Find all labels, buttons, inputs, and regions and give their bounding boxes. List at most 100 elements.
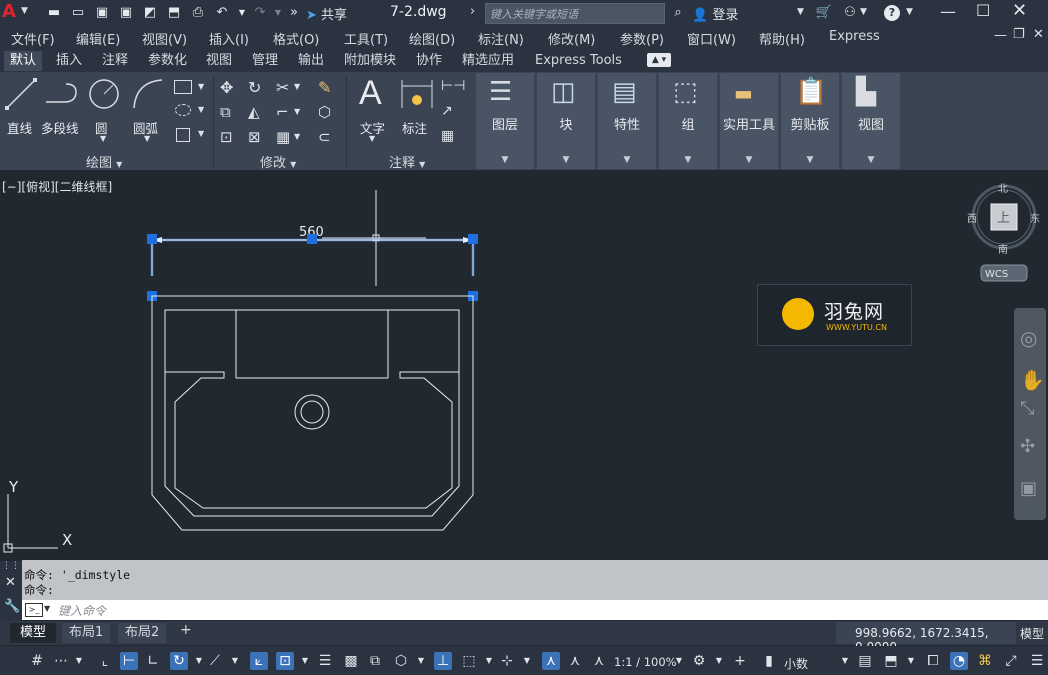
- quick-properties-icon[interactable]: ▤: [856, 652, 874, 670]
- redo-icon[interactable]: ↷: [250, 3, 270, 23]
- tab-output[interactable]: 输出: [292, 51, 330, 71]
- group-panel[interactable]: ⬚ 组 ▼: [659, 73, 717, 169]
- command-recent-dropdown-icon[interactable]: ▼: [44, 604, 50, 613]
- text-tool[interactable]: A 文字 ▼: [355, 74, 391, 146]
- rotate-icon[interactable]: ↻: [248, 78, 261, 97]
- command-prompt-icon[interactable]: >_: [25, 603, 43, 617]
- search-icon[interactable]: ⌕: [668, 3, 688, 23]
- fillet-icon[interactable]: ⌐: [276, 103, 289, 121]
- region-dropdown-icon[interactable]: ▼: [198, 129, 204, 138]
- transparency-icon[interactable]: ▩: [342, 652, 360, 670]
- rectangle-icon[interactable]: [174, 80, 192, 94]
- isodraft-icon[interactable]: ⟋: [206, 652, 224, 670]
- help-dropdown-icon[interactable]: ▼: [906, 7, 913, 17]
- help-icon[interactable]: ?: [884, 5, 900, 21]
- hatch-icon[interactable]: [175, 104, 191, 116]
- grip[interactable]: [147, 234, 157, 244]
- compass-north[interactable]: 北: [998, 183, 1008, 195]
- mirror-icon[interactable]: ◭: [248, 103, 260, 121]
- compass-east[interactable]: 东: [1030, 212, 1040, 225]
- tab-parametric[interactable]: 参数化: [142, 51, 193, 71]
- workspace-gear-icon[interactable]: ⚙: [690, 652, 708, 670]
- menu-file[interactable]: 文件(F): [11, 29, 55, 48]
- add-layout-icon[interactable]: +: [180, 622, 192, 638]
- table-icon[interactable]: ▦: [441, 128, 454, 144]
- login-dropdown-icon[interactable]: ▼: [797, 7, 804, 17]
- annotation-scale-icon[interactable]: ⋏: [590, 652, 608, 670]
- stretch-icon[interactable]: ⊡: [220, 128, 233, 146]
- new-file-icon[interactable]: ▬: [44, 3, 64, 23]
- scale-dropdown-icon[interactable]: ▼: [670, 652, 688, 670]
- zoom-extents-icon[interactable]: ⤡: [1020, 398, 1034, 419]
- a360-dropdown-icon[interactable]: ▼: [860, 7, 867, 17]
- menu-help[interactable]: 帮助(H): [759, 29, 805, 48]
- menu-parametric[interactable]: 参数(P): [620, 29, 664, 48]
- hatch-dropdown-icon[interactable]: ▼: [198, 105, 204, 114]
- command-grip[interactable]: ⋮⋮ ✕ 🔧: [0, 561, 22, 621]
- pan-icon[interactable]: ✋: [1020, 368, 1045, 392]
- snap-dropdown-icon[interactable]: ▼: [70, 652, 88, 670]
- ribbon-minimize-button[interactable]: ▲ ▾: [647, 53, 671, 67]
- doc-close-button[interactable]: ✕: [1033, 27, 1044, 42]
- file-expand-icon[interactable]: ›: [470, 4, 475, 19]
- properties-panel[interactable]: ▤ 特性 ▼: [598, 73, 656, 169]
- object-snap-tracking-icon[interactable]: ⟀: [250, 652, 268, 670]
- wcs-label[interactable]: WCS: [985, 269, 1008, 280]
- showmotion-icon[interactable]: ▣: [1020, 478, 1037, 499]
- layers-panel[interactable]: ☰ 图层 ▼: [476, 73, 534, 169]
- array-dropdown-icon[interactable]: ▼: [294, 132, 300, 141]
- utilities-panel[interactable]: ▬ 实用工具 ▼: [720, 73, 778, 169]
- search-input[interactable]: 键入关键字或短语: [485, 3, 665, 24]
- polar-icon[interactable]: ↻: [170, 652, 188, 670]
- lineweight-icon[interactable]: ☰: [316, 652, 334, 670]
- drawing-canvas[interactable]: 560 Y X 上 北 南 西 东 WCS: [0, 172, 1048, 560]
- arc-dropdown-icon[interactable]: ▼: [144, 134, 150, 143]
- annotation-monitor-icon[interactable]: +: [731, 652, 749, 670]
- app-menu-arrow-icon[interactable]: ▼: [21, 6, 28, 16]
- linear-dim-icon[interactable]: ⊢⊣: [441, 78, 465, 94]
- fillet-dropdown-icon[interactable]: ▼: [294, 107, 300, 116]
- selection-cycling-icon[interactable]: ⧉: [366, 652, 384, 670]
- menu-format[interactable]: 格式(O): [273, 29, 319, 48]
- annotation-panel-title[interactable]: 注释 ▼: [389, 152, 425, 171]
- grip[interactable]: [307, 234, 317, 244]
- compass-west[interactable]: 西: [967, 214, 977, 225]
- menu-edit[interactable]: 编辑(E): [76, 29, 120, 48]
- doc-restore-button[interactable]: ❐: [1013, 27, 1025, 42]
- tab-annotate[interactable]: 注释: [96, 51, 134, 71]
- hardware-acceleration-icon[interactable]: ◔: [950, 652, 968, 670]
- menu-tools[interactable]: 工具(T): [344, 29, 388, 48]
- menu-dimension[interactable]: 标注(N): [478, 29, 524, 48]
- auto-scale-icon[interactable]: ⋏: [566, 652, 584, 670]
- open-from-web-icon[interactable]: ⬒: [164, 3, 184, 23]
- ortho-icon[interactable]: ∟: [144, 652, 162, 670]
- array-icon[interactable]: ▦: [276, 128, 290, 146]
- gizmo-dropdown-icon[interactable]: ▼: [518, 652, 536, 670]
- 3d-osnap-dropdown-icon[interactable]: ▼: [412, 652, 430, 670]
- scale-icon[interactable]: ⊠: [248, 128, 261, 146]
- tab-view[interactable]: 视图: [200, 51, 238, 71]
- trim-dropdown-icon[interactable]: ▼: [294, 82, 300, 91]
- units-icon[interactable]: ▮: [760, 652, 778, 670]
- coordinates-readout[interactable]: 998.9662, 1672.3415, 0.0000: [836, 622, 1016, 654]
- tab-featured-apps[interactable]: 精选应用: [456, 51, 520, 71]
- login-button[interactable]: 👤 登录: [692, 4, 738, 23]
- a360-icon[interactable]: ⚇: [840, 3, 860, 23]
- text-dropdown-icon[interactable]: ▼: [369, 134, 375, 143]
- object-snap-icon[interactable]: ⊡: [276, 652, 294, 670]
- close-command-icon[interactable]: ✕: [5, 575, 16, 590]
- dynamic-ucs-icon[interactable]: ⊥: [434, 652, 452, 670]
- save-icon[interactable]: ▣: [92, 3, 112, 23]
- share-button[interactable]: ➤ 共享: [306, 4, 347, 23]
- circle-tool[interactable]: 圆 ▼: [86, 74, 122, 146]
- move-icon[interactable]: ✥: [220, 78, 233, 97]
- menu-draw[interactable]: 绘图(D): [409, 29, 455, 48]
- minimize-button[interactable]: —: [940, 2, 956, 21]
- cart-icon[interactable]: 🛒: [814, 3, 834, 23]
- annotation-scale-value[interactable]: 1:1 / 100%: [614, 655, 677, 669]
- menu-window[interactable]: 窗口(W): [687, 29, 736, 48]
- trim-icon[interactable]: ✂: [276, 78, 289, 97]
- erase-icon[interactable]: ✎: [318, 78, 331, 97]
- units-dropdown-icon[interactable]: ▼: [836, 652, 854, 670]
- orbit-icon[interactable]: ✣: [1020, 436, 1035, 457]
